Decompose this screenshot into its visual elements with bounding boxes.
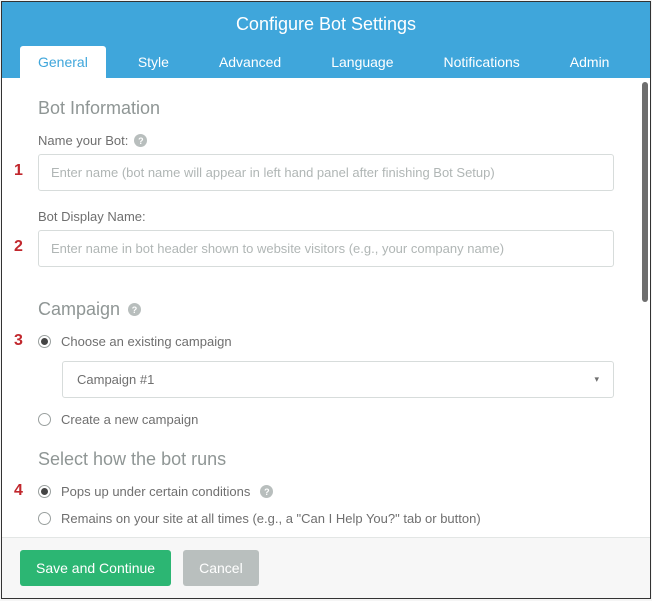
campaign-select[interactable]: Campaign #1 ▾ (62, 361, 614, 398)
campaign-select-value: Campaign #1 (77, 372, 154, 387)
bot-display-label: Bot Display Name: (38, 209, 614, 224)
help-icon[interactable]: ? (260, 485, 273, 498)
campaign-existing-label: Choose an existing campaign (61, 334, 232, 349)
help-icon[interactable]: ? (128, 303, 141, 316)
dialog-footer: Save and Continue Cancel (2, 537, 650, 598)
campaign-existing-row[interactable]: Choose an existing campaign (38, 334, 614, 349)
save-button[interactable]: Save and Continue (20, 550, 171, 586)
tab-general[interactable]: General (20, 46, 106, 78)
step-marker-4: 4 (14, 482, 23, 500)
step-marker-3: 3 (14, 332, 23, 350)
bot-name-label: Name your Bot: ? (38, 133, 614, 148)
section-run-title: Select how the bot runs (38, 449, 614, 470)
section-campaign-title: Campaign ? (38, 299, 614, 320)
tabs-bar: General Style Advanced Language Notifica… (2, 46, 650, 78)
radio-run-popup[interactable] (38, 485, 51, 498)
tab-language[interactable]: Language (313, 46, 411, 78)
dialog-body[interactable]: Bot Information Name your Bot: ? 1 Bot D… (2, 78, 650, 537)
radio-run-remain[interactable] (38, 512, 51, 525)
step-marker-2: 2 (14, 238, 23, 256)
bot-display-label-text: Bot Display Name: (38, 209, 146, 224)
run-popup-label: Pops up under certain conditions (61, 484, 250, 499)
bot-name-label-text: Name your Bot: (38, 133, 128, 148)
dialog-title: Configure Bot Settings (2, 14, 650, 38)
config-dialog: Configure Bot Settings General Style Adv… (1, 1, 651, 599)
tab-advanced[interactable]: Advanced (201, 46, 299, 78)
run-popup-row[interactable]: Pops up under certain conditions ? (38, 484, 614, 499)
help-icon[interactable]: ? (134, 134, 147, 147)
radio-campaign-existing[interactable] (38, 335, 51, 348)
chevron-down-icon: ▾ (594, 374, 599, 385)
bot-display-input[interactable] (38, 230, 614, 267)
campaign-create-row[interactable]: Create a new campaign (38, 412, 614, 427)
campaign-title-text: Campaign (38, 299, 120, 320)
run-remain-label: Remains on your site at all times (e.g.,… (61, 511, 481, 526)
bot-name-input[interactable] (38, 154, 614, 191)
section-bot-info-title: Bot Information (38, 98, 614, 119)
run-remain-row[interactable]: Remains on your site at all times (e.g.,… (38, 511, 614, 526)
step-marker-1: 1 (14, 162, 23, 180)
campaign-create-label: Create a new campaign (61, 412, 198, 427)
tab-admin[interactable]: Admin (552, 46, 628, 78)
dialog-header: Configure Bot Settings General Style Adv… (2, 2, 650, 78)
tab-notifications[interactable]: Notifications (426, 46, 538, 78)
radio-campaign-create[interactable] (38, 413, 51, 426)
scrollbar-thumb[interactable] (642, 82, 648, 302)
cancel-button[interactable]: Cancel (183, 550, 259, 586)
tab-style[interactable]: Style (120, 46, 187, 78)
